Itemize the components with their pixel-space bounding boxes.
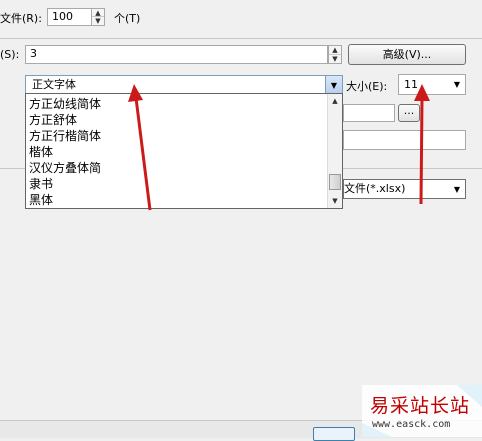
watermark-url: www.easck.com — [372, 419, 451, 430]
ok-button-partial[interactable] — [313, 427, 355, 441]
watermark-title: 易采站长站 — [370, 395, 471, 417]
red-arrow-left — [128, 84, 152, 211]
red-arrow-right — [414, 84, 430, 205]
annotation-arrows — [128, 84, 430, 211]
watermark: 易采站长站 www.easck.com — [362, 385, 482, 437]
